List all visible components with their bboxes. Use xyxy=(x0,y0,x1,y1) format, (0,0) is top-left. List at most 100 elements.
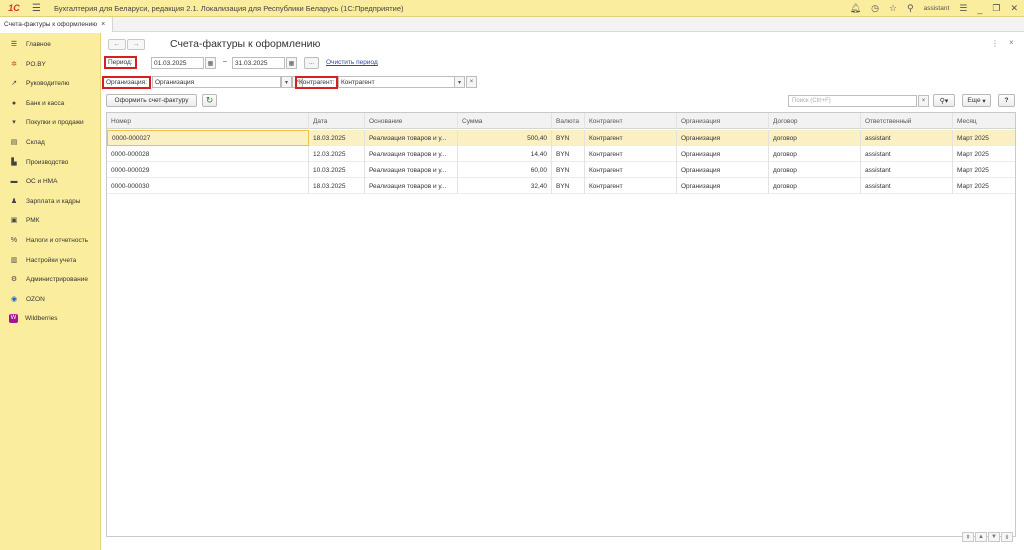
calendar-icon[interactable]: ▦ xyxy=(205,57,216,69)
cell-counterparty[interactable]: Контрагент xyxy=(585,146,677,162)
column-header[interactable]: Основание xyxy=(365,113,458,129)
sidebar-item-manager[interactable]: ↗ Руководителю xyxy=(0,76,101,90)
form-close-icon[interactable]: × xyxy=(1009,38,1014,47)
cell-amount[interactable]: 500,40 xyxy=(458,130,552,146)
cell-responsible[interactable]: assistant xyxy=(861,178,953,194)
cell-number[interactable]: 0000-000030 xyxy=(107,178,309,194)
cell-amount[interactable]: 14,40 xyxy=(458,146,552,162)
sidebar-item-ozon[interactable]: ◉ OZON xyxy=(0,292,101,306)
column-header[interactable]: Номер xyxy=(107,113,309,129)
sidebar-item-wildberries[interactable]: W Wildberries xyxy=(0,311,101,325)
create-invoice-button[interactable]: Оформить счет-фактуру xyxy=(106,94,197,107)
cell-number[interactable]: 0000-000028 xyxy=(107,146,309,162)
cell-organization[interactable]: Организация xyxy=(677,146,769,162)
cell-currency[interactable]: BYN xyxy=(552,146,585,162)
sidebar-item-taxes[interactable]: % Налоги и отчетность xyxy=(0,233,101,247)
cell-date[interactable]: 18.03.2025 xyxy=(309,178,365,194)
minimize-icon[interactable]: _ xyxy=(977,4,982,14)
column-header[interactable]: Сумма xyxy=(458,113,552,129)
cell-month[interactable]: Март 2025 xyxy=(953,130,1015,146)
first-page-button[interactable]: ⇞ xyxy=(962,532,974,542)
cell-amount[interactable]: 60,00 xyxy=(458,162,552,178)
column-header[interactable]: Контрагент xyxy=(585,113,677,129)
cell-number[interactable]: 0000-000029 xyxy=(107,162,309,178)
cell-basis[interactable]: Реализация товаров и у... xyxy=(365,130,458,146)
cell-basis[interactable]: Реализация товаров и у... xyxy=(365,162,458,178)
refresh-icon[interactable]: ↻ xyxy=(202,94,217,107)
sidebar-item-purchases[interactable]: ▾ Покупки и продажи xyxy=(0,115,101,129)
cell-organization[interactable]: Организация xyxy=(677,162,769,178)
search-icon[interactable]: ⚲▾ xyxy=(933,94,955,107)
cell-organization[interactable]: Организация xyxy=(677,178,769,194)
column-header[interactable]: Дата xyxy=(309,113,365,129)
table-row[interactable]: 0000-000030 18.03.2025 Реализация товаро… xyxy=(107,178,1015,194)
sidebar-item-production[interactable]: ▙ Производство xyxy=(0,155,101,169)
notifications-icon[interactable]: 🔔︎ xyxy=(850,3,861,14)
cell-month[interactable]: Март 2025 xyxy=(953,178,1015,194)
cell-currency[interactable]: BYN xyxy=(552,130,585,146)
cell-responsible[interactable]: assistant xyxy=(861,130,953,146)
sidebar-item-accounting-settings[interactable]: ▥ Настройки учета xyxy=(0,253,101,267)
history-icon[interactable]: ◷ xyxy=(871,3,879,14)
cell-month[interactable]: Март 2025 xyxy=(953,162,1015,178)
column-header[interactable]: Организация xyxy=(677,113,769,129)
help-button[interactable]: ? xyxy=(998,94,1015,107)
cell-contract[interactable]: договор xyxy=(769,130,861,146)
cell-number[interactable]: 0000-000027 xyxy=(107,130,309,146)
more-button[interactable]: Еще ▾ xyxy=(962,94,991,107)
cell-counterparty[interactable]: Контрагент xyxy=(585,130,677,146)
chevron-down-icon[interactable]: ▾ xyxy=(281,76,292,88)
column-header[interactable]: Валюта xyxy=(552,113,585,129)
cell-date[interactable]: 12.03.2025 xyxy=(309,146,365,162)
cell-counterparty[interactable]: Контрагент xyxy=(585,162,677,178)
table-row[interactable]: 0000-000028 12.03.2025 Реализация товаро… xyxy=(107,146,1015,162)
counterparty-input[interactable]: Контрагент xyxy=(338,76,465,88)
column-header[interactable]: Месяц xyxy=(953,113,1015,129)
date-from-input[interactable]: 01.03.2025 xyxy=(151,57,204,69)
tab-invoices[interactable]: Счета-фактуры к оформлению × xyxy=(0,17,113,32)
cell-date[interactable]: 10.03.2025 xyxy=(309,162,365,178)
cell-contract[interactable]: договор xyxy=(769,178,861,194)
last-page-button[interactable]: ⇟ xyxy=(1001,532,1013,542)
cell-responsible[interactable]: assistant xyxy=(861,146,953,162)
clear-period-link[interactable]: Очистить период xyxy=(326,59,378,66)
user-name[interactable]: assistant xyxy=(924,5,950,12)
table-row[interactable]: 0000-000027 18.03.2025 Реализация товаро… xyxy=(107,130,1015,146)
calendar-icon[interactable]: ▦ xyxy=(286,57,297,69)
sidebar-item-admin[interactable]: ⚙ Администрирование xyxy=(0,272,101,286)
cell-basis[interactable]: Реализация товаров и у... xyxy=(365,146,458,162)
main-menu-icon[interactable]: ☰ xyxy=(32,3,46,14)
cell-counterparty[interactable]: Контрагент xyxy=(585,178,677,194)
cell-contract[interactable]: договор xyxy=(769,146,861,162)
previous-page-button[interactable]: ▲ xyxy=(975,532,987,542)
organization-input[interactable]: Организация xyxy=(152,76,281,88)
sidebar-item-salary[interactable]: ♟ Зарплата и кадры xyxy=(0,194,101,208)
cell-month[interactable]: Март 2025 xyxy=(953,146,1015,162)
chevron-down-icon[interactable]: ▾ xyxy=(454,76,465,88)
cell-amount[interactable]: 32,40 xyxy=(458,178,552,194)
tab-close-icon[interactable]: × xyxy=(101,21,105,28)
cell-contract[interactable]: договор xyxy=(769,162,861,178)
column-header[interactable]: Договор xyxy=(769,113,861,129)
settings-menu-icon[interactable]: ☰ xyxy=(959,3,967,14)
cell-date[interactable]: 18.03.2025 xyxy=(309,130,365,146)
clear-search-icon[interactable]: × xyxy=(918,95,929,107)
cell-basis[interactable]: Реализация товаров и у... xyxy=(365,178,458,194)
date-to-input[interactable]: 31.03.2025 xyxy=(232,57,285,69)
search-input[interactable]: Поиск (Ctrl+F) xyxy=(788,95,917,107)
column-header[interactable]: Ответственный xyxy=(861,113,953,129)
select-period-button[interactable]: ... xyxy=(304,57,319,69)
sidebar-item-rmk[interactable]: ▣ РМК xyxy=(0,213,101,227)
sidebar-item-main[interactable]: ☰ Главное xyxy=(0,37,101,51)
search-icon[interactable]: ⚲ xyxy=(907,3,914,14)
cell-currency[interactable]: BYN xyxy=(552,162,585,178)
sidebar-item-bank[interactable]: ● Банк и касса xyxy=(0,96,101,110)
sidebar-item-assets[interactable]: ▬ ОС и НМА xyxy=(0,174,101,188)
sidebar-item-warehouse[interactable]: ▤ Склад xyxy=(0,135,101,149)
cell-responsible[interactable]: assistant xyxy=(861,162,953,178)
back-button[interactable]: ← xyxy=(108,39,126,50)
window-close-icon[interactable]: ✕ xyxy=(1010,3,1018,14)
table-row[interactable]: 0000-000029 10.03.2025 Реализация товаро… xyxy=(107,162,1015,178)
cell-organization[interactable]: Организация xyxy=(677,130,769,146)
next-page-button[interactable]: ▼ xyxy=(988,532,1000,542)
